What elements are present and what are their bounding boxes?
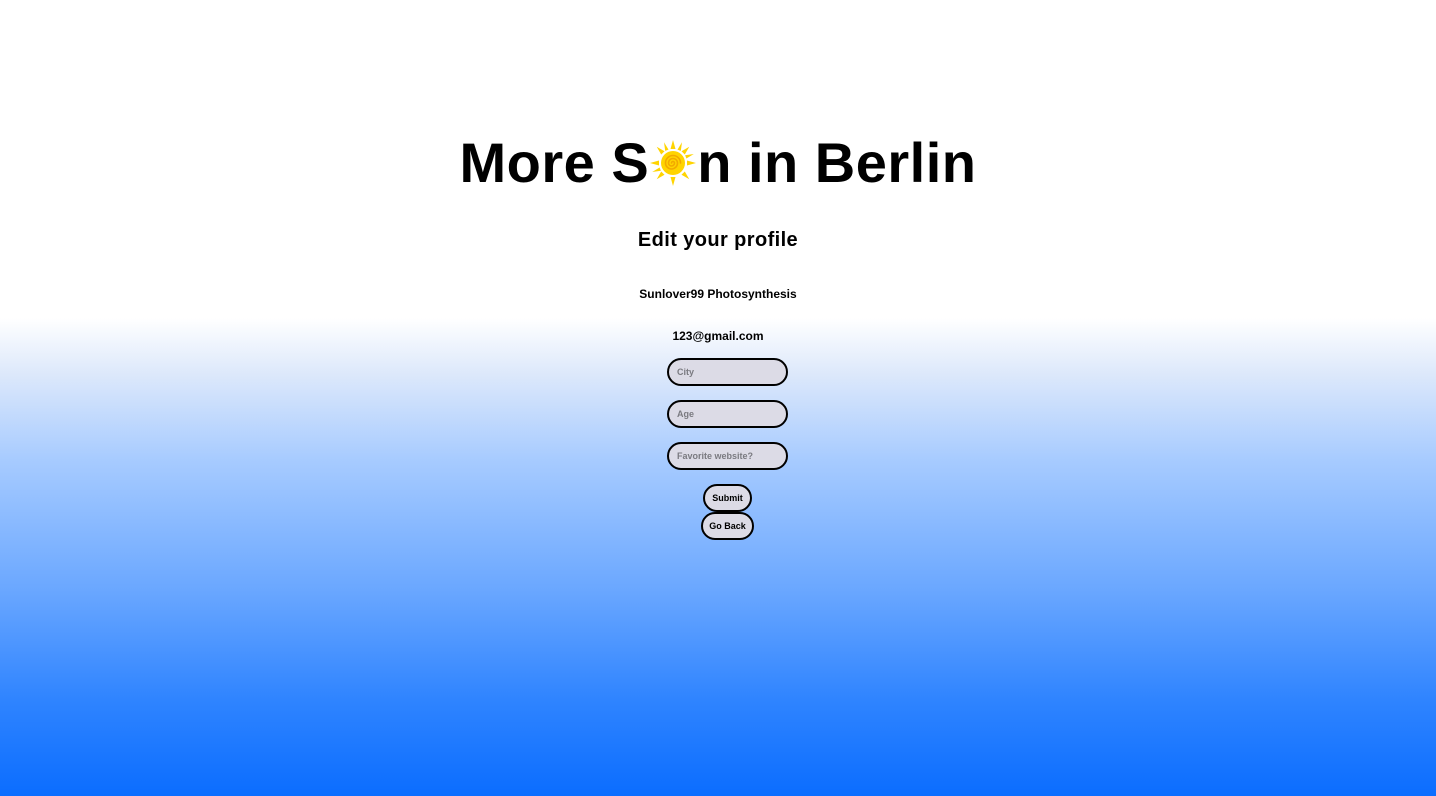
site-title-part-2: n in Berlin <box>697 130 977 194</box>
site-title: More S n in Berlin <box>0 130 1436 196</box>
sun-icon <box>650 139 697 186</box>
user-name: Sunlover99 Photosynthesis <box>639 287 797 301</box>
site-title-part-1: More S <box>459 130 650 194</box>
edit-profile-heading: Edit your profile <box>637 229 799 251</box>
city-input[interactable] <box>667 358 788 386</box>
submit-button[interactable]: Submit <box>703 484 752 512</box>
go-back-button[interactable]: Go Back <box>701 512 754 540</box>
favorite-website-input[interactable] <box>667 442 788 470</box>
user-email: 123@gmail.com <box>672 329 764 343</box>
age-input[interactable] <box>667 400 788 428</box>
